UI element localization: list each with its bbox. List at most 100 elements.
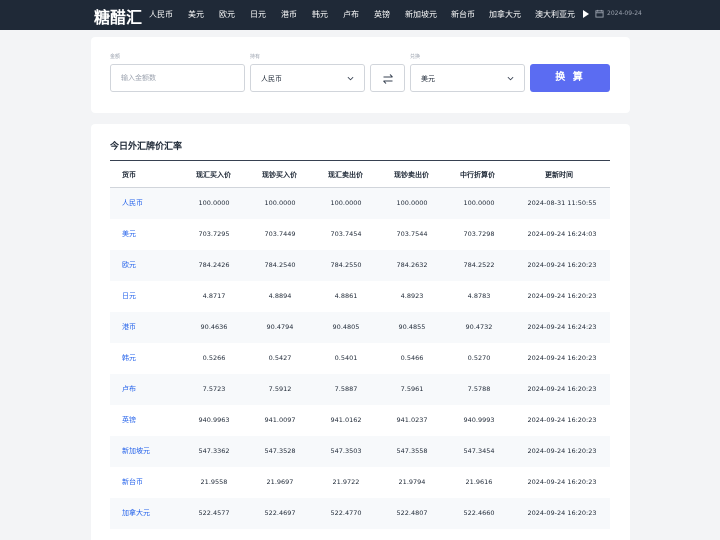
rate-cell: 522.4660 (463, 509, 495, 517)
rate-cell: 547.3503 (330, 447, 362, 455)
currency-link[interactable]: 新加坡元 (122, 446, 150, 456)
table-header: 货币 现汇买入价 现钞买入价 现汇卖出价 现钞卖出价 中行折算价 更新时间 (110, 161, 610, 188)
nav-item-cny[interactable]: 人民币 (149, 9, 173, 20)
rate-cell: 2024-09-24 16:20:23 (527, 385, 597, 393)
rate-cell: 703.7295 (198, 230, 230, 238)
rate-cell: 2024-09-24 16:20:23 (527, 292, 597, 300)
rate-cell: 100.0000 (396, 199, 428, 207)
rate-cell: 703.7298 (463, 230, 495, 238)
nav-item-rub[interactable]: 卢布 (343, 9, 359, 20)
column-header: 现汇买入价 (196, 171, 231, 179)
to-currency-label: 兑换 (410, 54, 421, 60)
current-date: 2024-09-24 (607, 10, 642, 17)
nav-item-usd[interactable]: 美元 (188, 9, 204, 20)
currency-link[interactable]: 韩元 (122, 353, 136, 363)
rate-cell: 7.5788 (467, 385, 491, 393)
currency-link[interactable]: 加拿大元 (122, 508, 150, 518)
to-currency-select[interactable]: 美元 (410, 64, 525, 92)
column-header: 中行折算价 (460, 171, 495, 179)
currency-link[interactable]: 卢布 (122, 384, 136, 394)
rate-cell: 941.0097 (264, 416, 296, 424)
convert-button[interactable]: 换 算 (530, 64, 610, 92)
rate-cell: 90.4636 (200, 323, 228, 331)
rate-cell: 522.4577 (198, 509, 230, 517)
rate-cell: 21.9794 (398, 478, 426, 486)
currency-link[interactable]: 美元 (122, 229, 136, 239)
rate-cell: 703.7544 (396, 230, 428, 238)
rate-cell: 941.0237 (396, 416, 428, 424)
rate-cell: 0.5466 (400, 354, 424, 362)
swap-button[interactable] (370, 64, 405, 92)
rate-cell: 4.8783 (467, 292, 491, 300)
currency-link[interactable]: 欧元 (122, 260, 136, 270)
rate-cell: 2024-09-24 16:24:03 (527, 230, 597, 238)
column-header: 更新时间 (545, 171, 573, 179)
currency-link[interactable]: 英镑 (122, 415, 136, 425)
rate-cell: 7.5887 (334, 385, 358, 393)
to-currency-value: 美元 (421, 75, 435, 83)
table-row: 加拿大元 522.4577 522.4697 522.4770 522.4807 522.… (110, 498, 610, 529)
from-currency-select[interactable]: 人民币 (250, 64, 365, 92)
currency-link[interactable]: 港币 (122, 322, 136, 332)
rate-cell: 90.4805 (332, 323, 360, 331)
nav-item-twd[interactable]: 新台币 (451, 9, 475, 20)
column-header: 货币 (122, 171, 136, 179)
rate-cell: 784.2540 (264, 261, 296, 269)
nav-item-krw[interactable]: 韩元 (312, 9, 328, 20)
rate-cell: 2024-09-24 16:20:23 (527, 416, 597, 424)
rate-cell: 7.5961 (400, 385, 424, 393)
table-row: 港币 90.4636 90.4794 90.4805 90.4855 90.4732 202… (110, 312, 610, 343)
nav-item-gbp[interactable]: 英镑 (374, 9, 390, 20)
nav-item-cad[interactable]: 加拿大元 (489, 9, 521, 20)
rate-cell: 21.9697 (266, 478, 294, 486)
table-row: 新台币 21.9558 21.9697 21.9722 21.9794 21.9616 20… (110, 467, 610, 498)
nav-item-jpy[interactable]: 日元 (250, 9, 266, 20)
rate-cell: 100.0000 (463, 199, 495, 207)
rates-panel: 今日外汇牌价汇率 货币 现汇买入价 现钞买入价 现汇卖出价 现钞卖出价 中行折算… (91, 124, 630, 540)
amount-input[interactable] (111, 65, 244, 91)
rate-cell: 940.9993 (463, 416, 495, 424)
currency-link[interactable]: 日元 (122, 291, 136, 301)
table-row: 美元 703.7295 703.7449 703.7454 703.7544 703.72… (110, 219, 610, 250)
column-header: 现钞买入价 (262, 171, 297, 179)
rate-cell: 940.9963 (198, 416, 230, 424)
table-row: 日元 4.8717 4.8894 4.8861 4.8923 4.8783 2024-09-… (110, 281, 610, 312)
nav-item-aud[interactable]: 澳大利亚元 (535, 9, 575, 20)
currency-link[interactable]: 新台币 (122, 477, 143, 487)
column-header: 现汇卖出价 (328, 171, 363, 179)
nav-item-hkd[interactable]: 港币 (281, 9, 297, 20)
rate-cell: 2024-09-24 16:20:23 (527, 447, 597, 455)
site-logo[interactable]: 糖醋汇 (94, 4, 142, 28)
rate-cell: 4.8894 (268, 292, 292, 300)
rate-cell: 2024-09-24 16:24:23 (527, 323, 597, 331)
rate-cell: 100.0000 (198, 199, 230, 207)
nav-item-sgd[interactable]: 新加坡元 (405, 9, 437, 20)
amount-field[interactable] (110, 64, 245, 92)
chevron-down-icon (507, 76, 514, 81)
rates-title: 今日外汇牌价汇率 (110, 142, 183, 152)
rate-cell: 0.5401 (334, 354, 358, 362)
rate-cell: 21.9722 (332, 478, 360, 486)
rate-cell: 2024-09-24 16:20:23 (527, 509, 597, 517)
table-row: 人民币 100.0000 100.0000 100.0000 100.0000 100.0… (110, 188, 610, 219)
rate-cell: 522.4697 (264, 509, 296, 517)
rate-cell: 784.2632 (396, 261, 428, 269)
rate-cell: 703.7454 (330, 230, 362, 238)
rate-cell: 4.8717 (202, 292, 226, 300)
rate-cell: 2024-09-24 16:20:23 (527, 478, 597, 486)
rate-cell: 547.3454 (463, 447, 495, 455)
currency-link[interactable]: 人民币 (122, 198, 143, 208)
rate-cell: 547.3558 (396, 447, 428, 455)
from-currency-label: 持有 (250, 54, 261, 60)
rate-cell: 100.0000 (330, 199, 362, 207)
swap-icon (383, 74, 393, 84)
play-arrow-icon[interactable] (583, 10, 589, 18)
rate-cell: 0.5427 (268, 354, 292, 362)
nav-item-eur[interactable]: 欧元 (219, 9, 235, 20)
rate-cell: 522.4770 (330, 509, 362, 517)
rate-cell: 4.8861 (334, 292, 358, 300)
table-row: 欧元 784.2426 784.2540 784.2550 784.2632 784.25… (110, 250, 610, 281)
rate-cell: 100.0000 (264, 199, 296, 207)
table-row: 卢布 7.5723 7.5912 7.5887 7.5961 7.5788 2024-09-… (110, 374, 610, 405)
rate-cell: 21.9616 (465, 478, 493, 486)
